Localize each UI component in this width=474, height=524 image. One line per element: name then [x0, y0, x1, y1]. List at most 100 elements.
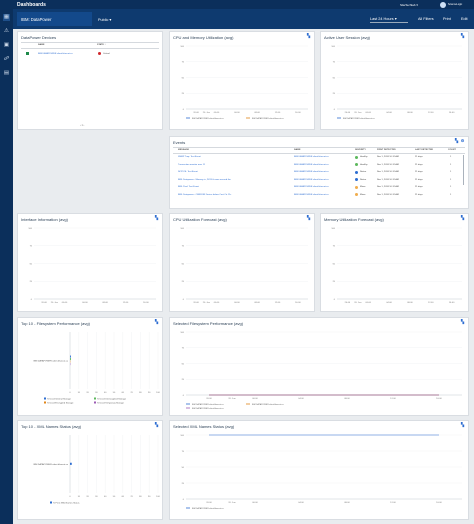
events-scrollbar[interactable] — [463, 155, 465, 185]
event-severity: Healthy — [360, 163, 368, 166]
y-tick-label: 0 — [183, 109, 185, 111]
devices-icon[interactable]: ▣ — [3, 42, 10, 49]
x-tick-label-date: 20. Jun — [203, 302, 211, 304]
x-tick-label: 12:00 — [390, 398, 396, 400]
x-tick-label: 10 — [78, 392, 81, 394]
event-count: 1 — [450, 178, 452, 181]
column-header-state[interactable]: STATE ↕ — [97, 44, 106, 46]
visibility-select[interactable]: Public ▾ — [98, 17, 111, 22]
event-device-link[interactable]: IBM DATAPOWER.silent.bluecat.ca — [294, 186, 329, 188]
pagination[interactable]: ‹ 1 › — [80, 124, 84, 127]
widget-menu-icon[interactable]: ▚ — [454, 139, 459, 143]
event-message-link[interactable]: IBM: Datapower - CERROR Device below Cus… — [178, 194, 231, 196]
x-tick-label: 04:00 — [298, 398, 304, 400]
y-tick-label: 25 — [30, 281, 33, 283]
settings-icon[interactable]: ⚙ — [460, 139, 465, 143]
y-tick-label: 25 — [182, 281, 185, 283]
widget-xml-top10: Top 10 - XML Names Status (avg) ▚ 0 10 20 3… — [17, 420, 163, 520]
y-tick-label: 100 — [28, 228, 32, 230]
event-message-link[interactable]: IBM: Pool: Test Event — [178, 186, 199, 188]
y-tick-label: 75 — [182, 348, 185, 350]
x-tick-label: 00:00 — [252, 502, 258, 504]
x-tick-label: 08:00 — [254, 112, 260, 114]
event-device-link[interactable]: IBM DATAPOWER.silent.bluecat.ca — [294, 164, 329, 166]
user-menu[interactable]: SiteTechlab ▾ — [400, 3, 418, 7]
widget-events: Events ▚ ⚙ MESSAGE NAME SEVERITY FIRST D… — [169, 136, 469, 209]
cpu-forecast-chart: 0 25 50 75 100 20:00 00:00 04:00 08:00 12:00 16:00… — [180, 227, 308, 304]
y-tick-label: 0 — [334, 109, 336, 111]
event-message-link[interactable]: NOTICE: Test Event — [178, 171, 198, 173]
device-name-link[interactable]: IBM DATAPOWER.silent.bluecat.ca — [38, 53, 73, 55]
row-checkbox[interactable] — [26, 52, 29, 55]
event-last-detected: 21 days — [415, 186, 423, 188]
selected-xml-chart: 0 25 50 75 100 20:00 00:00 04:00 08:00 12:00 16:00… — [180, 434, 462, 510]
bar — [70, 355, 71, 358]
column-header-name[interactable]: NAME — [38, 44, 44, 46]
y-tick-label: 75 — [333, 62, 336, 64]
category-label: IBM DATAPOWER.silent.bluecat.ca — [33, 463, 68, 466]
column-header-message[interactable]: MESSAGE — [178, 149, 189, 151]
x-tick-label-date: 20. Jun — [354, 302, 362, 304]
column-header-severity[interactable]: SEVERITY — [355, 149, 366, 151]
selected-filesystem-chart: 0 25 50 75 100 20:00 00:00 04:00 08:00 12:00 16:00… — [180, 332, 462, 410]
column-header-last-detected[interactable]: LAST DETECTED — [415, 149, 433, 151]
legend-label: IBM DATAPOWER.silent.bluecat.ca — [192, 507, 224, 510]
x-tick-label: 80 — [139, 392, 142, 394]
severity-icon — [355, 178, 359, 182]
event-message-link[interactable]: Transaction monitor over 11 — [178, 164, 205, 166]
logo-text: ScienceLogic — [448, 3, 463, 6]
time-range-label: Last 24 Hours — [370, 17, 394, 21]
x-tick-label: 04:00 — [386, 302, 392, 304]
briefcase-icon[interactable]: ▤ — [3, 70, 10, 77]
state-critical-icon — [98, 52, 101, 55]
y-tick-label: 75 — [30, 246, 33, 248]
x-tick-label: 12:00 — [428, 302, 434, 304]
x-tick-label: 30 — [95, 496, 98, 498]
time-range-select[interactable]: Last 24 Hours ▾ — [370, 16, 408, 23]
dashboard-icon[interactable]: ▦ — [3, 14, 10, 21]
x-tick-label: 30 — [95, 392, 98, 394]
event-device-link[interactable]: IBM DATAPOWER.silent.bluecat.ca — [294, 171, 329, 173]
severity-icon — [355, 193, 359, 197]
y-tick-label: 75 — [182, 62, 185, 64]
events-icon[interactable]: ⚠ — [3, 28, 10, 35]
x-tick-label: 20 — [86, 496, 89, 498]
y-tick-label: 100 — [331, 46, 335, 48]
x-tick-label: 90 — [148, 392, 151, 394]
dashboard-toolbar: IBM: DataPower Public ▾ Last 24 Hours ▾ … — [13, 9, 474, 29]
x-tick-label: 08:00 — [407, 112, 413, 114]
event-device-link[interactable]: IBM DATAPOWER.silent.bluecat.ca — [294, 156, 329, 158]
widget-cpu-memory: CPU and Memory Utilization (avg) ▚ 0 25 50… — [169, 31, 315, 130]
widget-title: Events — [173, 139, 186, 145]
edit-button[interactable]: Edit — [461, 17, 468, 21]
y-tick-label: 0 — [334, 299, 336, 301]
x-tick-label: 20:00 — [345, 112, 351, 114]
x-tick-label: 70 — [130, 496, 133, 498]
x-tick-label: 60 — [122, 392, 125, 394]
event-device-link[interactable]: IBM DATAPOWER.silent.bluecat.ca — [294, 179, 329, 181]
legend-label: IBM DATAPOWER.silent.bluecat.ca — [192, 403, 224, 406]
y-tick-label: 50 — [182, 467, 185, 469]
event-device-link[interactable]: IBM DATAPOWER.silent.bluecat.ca — [294, 194, 329, 196]
x-tick-label: 04:00 — [82, 302, 88, 304]
x-tick-label: 40 — [104, 496, 107, 498]
column-header-first-detected[interactable]: FIRST DETECTED — [377, 149, 396, 151]
event-message-link[interactable]: IBM: Datapower - Memory is, 2419 & more … — [178, 179, 231, 181]
x-tick-label: 08:00 — [344, 398, 350, 400]
severity-icon — [355, 185, 359, 189]
legend-label: IBM DATAPOWER.silent.bluecat.ca — [343, 117, 375, 120]
event-first-detected: Nov 1, 2018 10:12 AM — [377, 156, 399, 158]
business-services-icon[interactable]: ☍ — [3, 56, 10, 63]
column-header-name[interactable]: NAME — [294, 149, 300, 151]
event-count: 1 — [450, 171, 452, 173]
event-first-detected: Nov 1, 2018 10:12 AM — [377, 186, 399, 188]
dashboard-title[interactable]: IBM: DataPower — [17, 12, 92, 26]
all-filters-button[interactable]: All Filters — [418, 17, 434, 21]
y-tick-label: 100 — [180, 46, 184, 48]
x-tick-label: 16:00 — [143, 302, 149, 304]
column-header-count[interactable]: COUNT — [448, 149, 456, 151]
print-button[interactable]: Print — [443, 17, 451, 21]
x-tick-label: 80 — [139, 496, 142, 498]
event-message-link[interactable]: SNMP Trap: Test Event — [178, 156, 201, 158]
x-tick-label: 08:00 — [254, 302, 260, 304]
